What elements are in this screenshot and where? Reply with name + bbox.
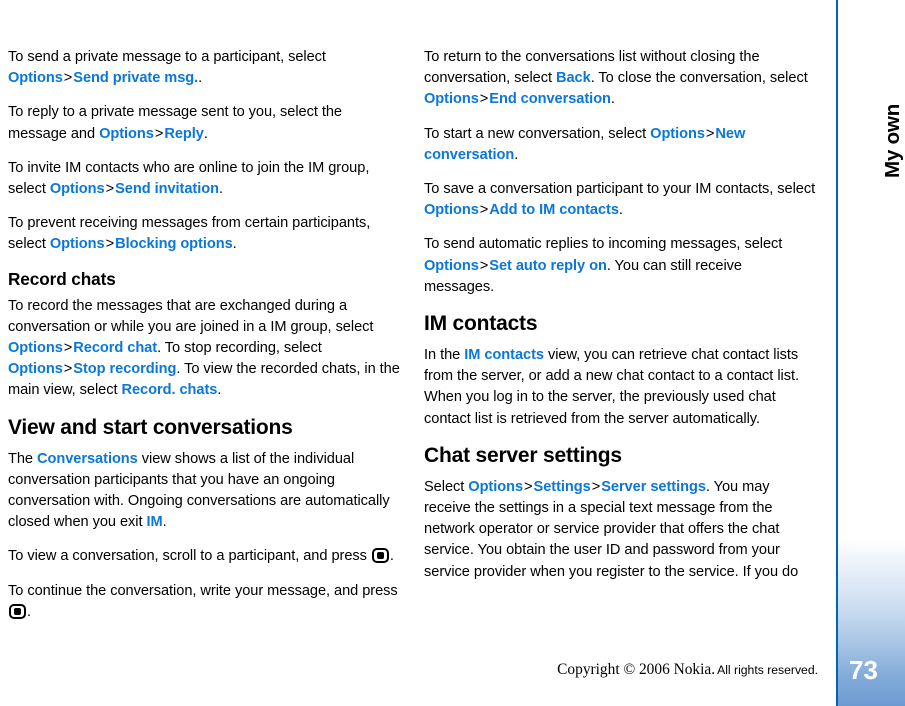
manual-page: To send a private message to a participa… xyxy=(0,0,905,706)
menu-ref-server-settings: Server settings xyxy=(601,478,706,495)
text: Select xyxy=(424,478,469,495)
menu-separator: > xyxy=(705,125,715,142)
text: . xyxy=(232,236,237,253)
menu-ref-stop-recording: Stop recording xyxy=(73,361,177,378)
text: . To stop recording, select xyxy=(157,340,322,357)
text: To view a conversation, scroll to a part… xyxy=(8,548,371,565)
paragraph-new-conversation: To start a new conversation, select Opti… xyxy=(424,124,816,166)
menu-ref-options: Options xyxy=(424,91,479,108)
footer: Copyright © 2006 Nokia. All rights reserv… xyxy=(0,661,824,679)
left-column: To send a private message to a participa… xyxy=(8,47,400,623)
page-number: 73 xyxy=(849,655,878,685)
right-column: To return to the conversations list with… xyxy=(424,47,816,583)
menu-separator: > xyxy=(63,70,73,87)
menu-separator: > xyxy=(63,340,73,357)
copyright-notice: Copyright © 2006 Nokia. xyxy=(557,661,716,678)
menu-ref-options: Options xyxy=(650,125,705,142)
heading-view-and-start-conversations: View and start conversations xyxy=(8,415,293,439)
text: To record the messages that are exchange… xyxy=(8,297,374,335)
text: To save a conversation participant to yo… xyxy=(424,181,816,198)
heading-chat-server-settings: Chat server settings xyxy=(424,443,622,467)
menu-ref-send-private-msg: Send private msg. xyxy=(73,70,199,87)
text: . xyxy=(389,548,394,565)
menu-ref-options: Options xyxy=(99,125,154,142)
menu-ref-add-to-im-contacts: Add to IM contacts xyxy=(489,202,619,219)
menu-ref-set-auto-reply-on: Set auto reply on xyxy=(489,257,607,274)
menu-ref-options: Options xyxy=(424,257,479,274)
page-body: To send a private message to a participa… xyxy=(0,47,824,647)
menu-ref-options: Options xyxy=(8,70,63,87)
paragraph-record-chats-body: To record the messages that are exchange… xyxy=(8,296,400,402)
paragraph-im-contacts-body: In the IM contacts view, you can retriev… xyxy=(424,345,816,430)
text: In the xyxy=(424,347,465,364)
menu-ref-options: Options xyxy=(8,361,63,378)
text: . xyxy=(514,146,519,163)
menu-ref-record-chats: Record. chats xyxy=(121,382,218,399)
menu-separator: > xyxy=(479,202,489,219)
paragraph-view-conversation: To view a conversation, scroll to a part… xyxy=(8,546,400,567)
menu-ref-conversations: Conversations xyxy=(37,450,138,467)
text: . xyxy=(203,125,208,142)
text: . xyxy=(198,70,203,87)
text: . xyxy=(27,603,32,620)
menu-ref-options: Options xyxy=(424,202,479,219)
menu-separator: > xyxy=(479,257,489,274)
scroll-key-icon xyxy=(371,548,389,564)
heading-im-contacts: IM contacts xyxy=(424,312,538,336)
text: . To close the conversation, select xyxy=(590,70,808,87)
paragraph-add-to-im-contacts: To save a conversation participant to yo… xyxy=(424,179,816,221)
menu-separator: > xyxy=(63,361,73,378)
text: . xyxy=(162,514,167,531)
menu-separator: > xyxy=(105,181,115,198)
paragraph-reply-private-message: To reply to a private message sent to yo… xyxy=(8,102,400,144)
text: . xyxy=(218,181,223,198)
menu-ref-reply: Reply xyxy=(164,125,204,142)
text: To start a new conversation, select xyxy=(424,125,651,142)
menu-ref-back: Back xyxy=(555,70,591,87)
paragraph-continue-conversation: To continue the conversation, write your… xyxy=(8,581,400,623)
menu-separator: > xyxy=(105,236,115,253)
text: . xyxy=(217,382,222,399)
menu-ref-settings: Settings xyxy=(533,478,591,495)
paragraph-chat-server-body: Select Options>Settings>Server settings.… xyxy=(424,477,816,583)
text: To continue the conversation, write your… xyxy=(8,582,398,599)
menu-separator: > xyxy=(479,91,489,108)
menu-separator: > xyxy=(154,125,164,142)
chapter-tab: My own xyxy=(838,0,905,540)
menu-ref-send-invitation: Send invitation xyxy=(115,181,219,198)
chapter-label: My own xyxy=(881,103,904,178)
menu-ref-options: Options xyxy=(468,478,524,495)
menu-separator: > xyxy=(591,478,601,495)
scroll-key-icon xyxy=(9,603,26,619)
paragraph-invite-im-contacts: To invite IM contacts who are online to … xyxy=(8,158,400,200)
heading-record-chats: Record chats xyxy=(8,268,116,289)
paragraph-send-private-message: To send a private message to a participa… xyxy=(8,47,400,89)
paragraph-conversations-view: The Conversations view shows a list of t… xyxy=(8,449,400,534)
paragraph-auto-reply: To send automatic replies to incoming me… xyxy=(424,234,816,298)
menu-ref-im-contacts: IM contacts xyxy=(464,347,544,364)
menu-separator: > xyxy=(524,478,533,495)
menu-ref-record-chat: Record chat xyxy=(73,340,158,357)
text: The xyxy=(8,450,38,467)
text: . xyxy=(610,91,615,108)
paragraph-blocking-options: To prevent receiving messages from certa… xyxy=(8,213,400,255)
menu-ref-options: Options xyxy=(49,181,105,198)
text: . xyxy=(618,202,623,219)
rights-reserved-notice: All rights reserved. xyxy=(717,663,818,677)
menu-ref-options: Options xyxy=(8,340,63,357)
paragraph-return-to-list: To return to the conversations list with… xyxy=(424,47,816,111)
text: To send automatic replies to incoming me… xyxy=(424,236,783,253)
menu-ref-blocking-options: Blocking options xyxy=(115,236,233,253)
text: To send a private message to a participa… xyxy=(8,49,326,65)
menu-ref-end-conversation: End conversation xyxy=(489,91,611,108)
menu-ref-options: Options xyxy=(49,236,105,253)
menu-ref-im: IM xyxy=(146,514,163,531)
